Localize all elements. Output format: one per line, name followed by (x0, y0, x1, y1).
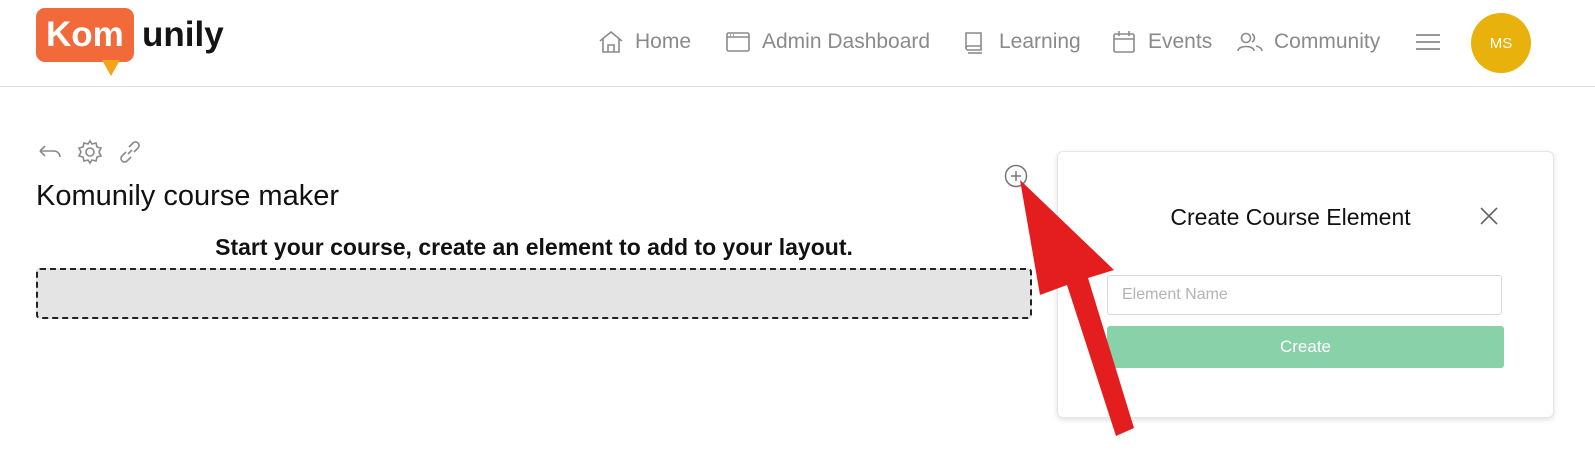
home-icon (599, 30, 623, 53)
undo-icon[interactable] (36, 138, 64, 166)
book-icon (965, 32, 982, 54)
calendar-icon (1113, 31, 1135, 53)
user-avatar[interactable]: MS (1471, 13, 1531, 73)
nav-learning-label: Learning (999, 30, 1081, 53)
nav-learning[interactable]: Learning (961, 26, 1081, 58)
nav-events-label: Events (1148, 30, 1213, 53)
nav-admin-dashboard-label: Admin Dashboard (762, 30, 931, 53)
instruction-text: Start your course, create an element to … (215, 234, 853, 260)
top-header: Kom unily Home Admin Dashboard Learning … (0, 0, 1595, 87)
komunily-logo[interactable]: Kom unily (36, 8, 236, 78)
close-icon[interactable] (1478, 205, 1500, 227)
nav-home[interactable]: Home (597, 26, 691, 58)
page-title: Komunily course maker (36, 180, 339, 212)
gear-icon[interactable] (76, 138, 104, 166)
nav-admin-dashboard[interactable]: Admin Dashboard (724, 26, 930, 58)
nav-community[interactable]: Community (1236, 26, 1380, 58)
logo-speech-tail (102, 60, 120, 76)
layout-drop-zone[interactable] (36, 268, 1032, 319)
nav-events[interactable]: Events (1110, 26, 1212, 58)
panel-title: Create Course Element (1170, 204, 1411, 230)
link-icon[interactable] (116, 138, 144, 166)
nav-home-label: Home (635, 30, 692, 53)
users-icon (1237, 32, 1263, 52)
hamburger-icon[interactable] (1414, 28, 1442, 56)
logo-text: unily (142, 15, 224, 54)
create-button[interactable]: Create (1107, 326, 1504, 368)
window-icon (726, 32, 750, 52)
logo-badge: Kom (36, 8, 134, 62)
editor-toolbar (36, 138, 144, 166)
element-name-input[interactable] (1107, 275, 1502, 315)
plus-circle-icon[interactable] (1004, 164, 1028, 188)
create-course-element-panel: Create Course Element Create (1057, 151, 1554, 418)
nav-community-label: Community (1274, 30, 1381, 53)
